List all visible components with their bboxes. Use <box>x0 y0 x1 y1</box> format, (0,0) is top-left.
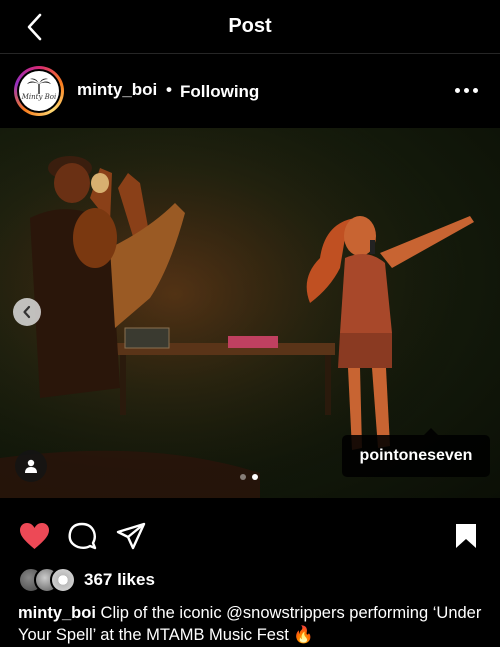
post-username[interactable]: minty_boi <box>77 80 157 100</box>
comment-button[interactable] <box>66 520 98 552</box>
avatar-logo-text: Minty Boi <box>21 93 57 101</box>
comment-icon <box>68 522 97 550</box>
chevron-left-icon <box>23 305 31 319</box>
action-bar <box>0 512 500 558</box>
user-icon <box>25 459 37 473</box>
liker-avatars <box>18 566 84 594</box>
likes-row[interactable]: 367 likes <box>18 566 155 594</box>
page-title: Post <box>228 15 272 37</box>
post-media[interactable]: pointoneseven <box>0 128 500 498</box>
carousel-indicator <box>240 474 258 480</box>
likes-count[interactable]: 367 likes <box>84 570 155 590</box>
tagged-users-button[interactable] <box>15 450 47 482</box>
heart-icon <box>19 523 49 549</box>
share-button[interactable] <box>115 520 147 552</box>
top-bar: Post <box>0 0 500 54</box>
more-horizontal-icon <box>455 88 460 93</box>
carousel-dot-active <box>252 474 258 480</box>
carousel-prev-button[interactable] <box>13 298 41 326</box>
user-tag-label[interactable]: pointoneseven <box>342 428 490 477</box>
post-caption: minty_boi Clip of the iconic @snowstripp… <box>18 602 488 646</box>
bookmark-button[interactable] <box>450 520 482 552</box>
liker-avatar <box>50 567 76 593</box>
more-options-button[interactable] <box>455 88 478 93</box>
avatar[interactable]: Minty Boi <box>14 66 64 116</box>
bookmark-icon <box>456 524 476 548</box>
separator-dot: • <box>166 80 172 99</box>
share-icon <box>116 522 146 550</box>
post-header: Minty Boi minty_boi • Following <box>0 54 500 128</box>
like-button[interactable] <box>18 520 50 552</box>
following-button[interactable]: Following <box>180 82 259 102</box>
caption-username[interactable]: minty_boi <box>18 604 96 622</box>
carousel-dot <box>240 474 246 480</box>
